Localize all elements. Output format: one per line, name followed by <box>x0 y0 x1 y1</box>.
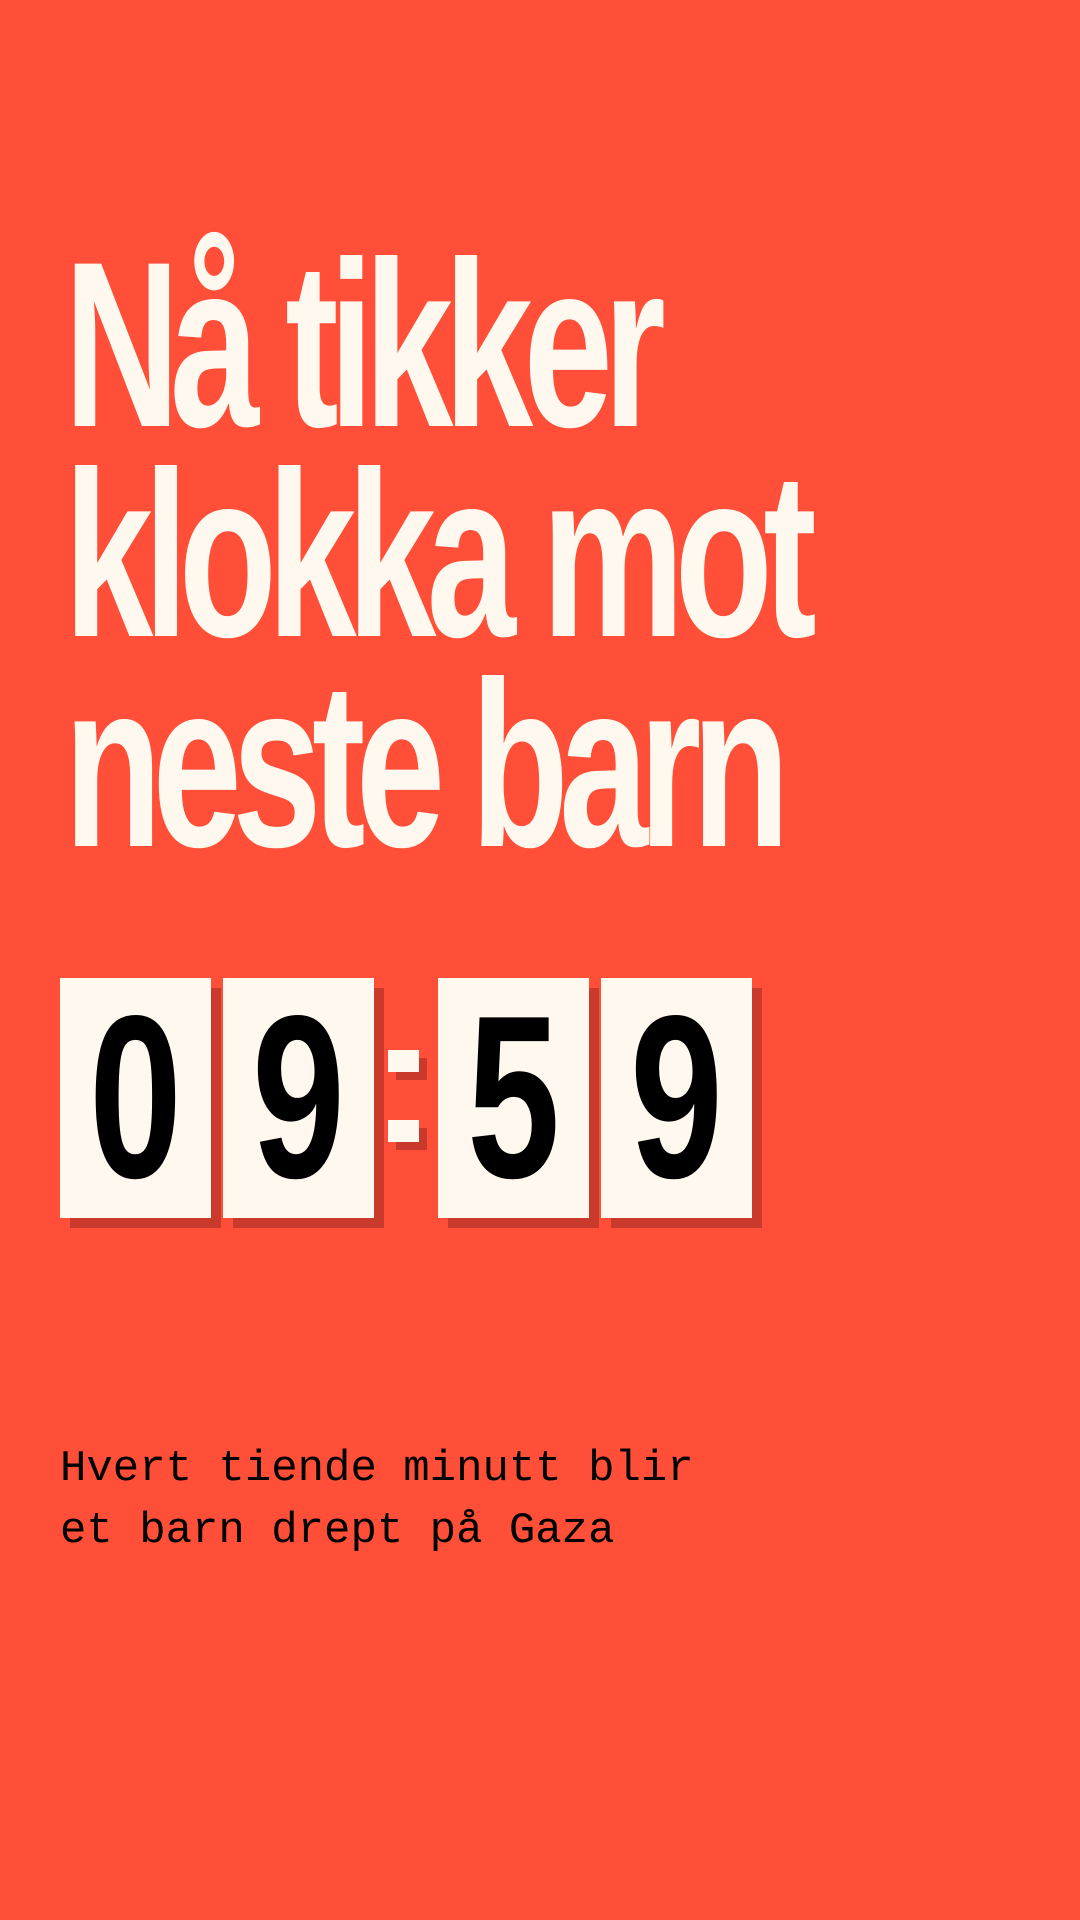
seconds-ones-digit-card: 9 <box>601 978 752 1218</box>
minutes-tens-digit-card: 0 <box>60 978 211 1218</box>
seconds-ones-digit: 9 <box>630 978 723 1218</box>
timer-separator: : <box>374 978 438 1218</box>
subtitle-line-1: Hvert tiende minutt blir <box>60 1444 694 1494</box>
headline-line-1: Nå tikker <box>64 213 666 477</box>
seconds-tens-digit-card: 5 <box>438 978 589 1218</box>
minutes-tens-digit: 0 <box>89 978 182 1218</box>
countdown-timer: 0 9 : 5 9 <box>60 978 752 1218</box>
separator-glyph: : <box>374 978 375 979</box>
separator-dot-bottom <box>388 1120 419 1142</box>
seconds-tens-digit: 5 <box>467 978 560 1218</box>
headline-line-3: neste barn <box>64 633 790 897</box>
headline: Nå tikker klokka mot neste barn <box>64 213 1064 897</box>
subtitle: Hvert tiende minutt blir et barn drept p… <box>60 1438 960 1562</box>
minutes-ones-digit-card: 9 <box>223 978 374 1218</box>
minutes-ones-digit: 9 <box>252 978 345 1218</box>
subtitle-line-2: et barn drept på Gaza <box>60 1506 615 1556</box>
separator-dot-top <box>388 1050 419 1072</box>
headline-line-2: klokka mot <box>64 423 817 687</box>
